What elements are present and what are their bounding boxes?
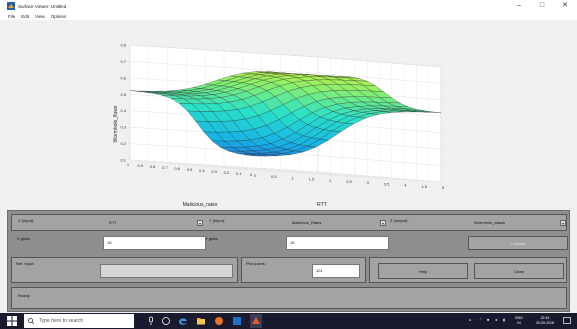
- y-tick-label: 4.5: [421, 184, 427, 189]
- plot-points-group: Plot points: 101: [241, 257, 366, 283]
- z-tick-label: 0.4: [120, 108, 126, 113]
- x-tick-label: 0.7: [162, 165, 168, 170]
- people-icon[interactable]: ●: [469, 318, 471, 323]
- y-input-select[interactable]: Malicious_Rates: [292, 220, 321, 225]
- x-input-label: X (input):: [18, 218, 35, 223]
- windows-taskbar: Type here to search ● ⌃ ■ ► ▮ ENG IN 22:…: [0, 313, 577, 329]
- y-tick-label: 2: [329, 178, 332, 183]
- y-axis-label: RTT: [317, 202, 327, 208]
- maximize-button[interactable]: □: [535, 0, 549, 12]
- close-button[interactable]: Close: [474, 263, 564, 279]
- close-window-button[interactable]: ✕: [558, 0, 572, 12]
- matlab-taskbar-icon[interactable]: [250, 314, 262, 328]
- region-code: IN: [517, 321, 521, 325]
- axes-selector-row: X (input): RTT ▾ Y (input): Malicious_Ra…: [11, 214, 567, 231]
- y-tick-label: 3: [367, 180, 370, 185]
- menu-view[interactable]: View: [35, 14, 45, 19]
- ref-input-group: Ref. Input:: [11, 257, 238, 283]
- z-output-dropdown-icon[interactable]: ▾: [560, 220, 566, 226]
- action-buttons-group: Help Close: [369, 257, 567, 283]
- y-grids-field[interactable]: 15: [286, 236, 389, 250]
- search-icon: [28, 318, 34, 324]
- minimize-button[interactable]: –: [512, 0, 526, 12]
- evaluate-button[interactable]: Evaluate: [468, 236, 568, 250]
- y-tick-label: 2.5: [346, 179, 352, 184]
- surface-viewer-window: Surface Viewer: Untitled – □ ✕ File Edit…: [0, 0, 577, 313]
- ref-input-label: Ref. Input:: [16, 261, 35, 266]
- tray-chevron-icon[interactable]: ⌃: [479, 318, 482, 323]
- y-grids-label: Y grids:: [205, 236, 219, 241]
- surface-plot[interactable]: 0.1 0.2 0.3 0.4 0.5 0.6 0.7 0.8 1 0.9 0.8 0.7 0.6 0.5…: [0, 20, 577, 210]
- z-tick-label: 0.3: [120, 125, 126, 130]
- menu-file[interactable]: File: [8, 14, 15, 19]
- x-tick-label: 0.9: [138, 163, 144, 168]
- z-tick-label: 0.6: [120, 75, 126, 80]
- taskbar-search-box[interactable]: Type here to search: [24, 314, 134, 328]
- status-text: Ready: [18, 293, 30, 298]
- title-bar: Surface Viewer: Untitled – □ ✕: [0, 0, 577, 12]
- y-tick-label: 0: [254, 173, 257, 178]
- x-tick-label: 0.4: [199, 168, 205, 173]
- x-tick-label: 0.3: [211, 169, 217, 174]
- x-tick-label: 0.1: [236, 171, 242, 176]
- z-tick-label: 0.8: [120, 43, 126, 48]
- z-tick-label: 0.2: [120, 141, 126, 146]
- z-tick-label: 0.1: [120, 158, 126, 163]
- x-tick-label: 1: [127, 162, 130, 167]
- microphone-icon[interactable]: [146, 316, 156, 326]
- window-title: Surface Viewer: Untitled: [18, 3, 67, 9]
- surface-plot-area[interactable]: 0.1 0.2 0.3 0.4 0.5 0.6 0.7 0.8 1 0.9 0.8 0.7 0.6 0.5…: [0, 20, 577, 210]
- search-placeholder: Type here to search: [39, 318, 84, 324]
- x-axis-label: Malicious_rates: [183, 202, 218, 208]
- x-grids-field[interactable]: 15: [103, 236, 206, 250]
- y-input-label: Y (input):: [209, 218, 226, 223]
- y-tick-label: 1: [291, 175, 294, 180]
- z-axis-label: Wormhole_flows: [113, 105, 119, 142]
- x-input-dropdown-icon[interactable]: ▾: [197, 220, 203, 226]
- file-explorer-icon[interactable]: [196, 316, 206, 326]
- x-input-select[interactable]: RTT: [109, 220, 117, 225]
- y-input-dropdown-icon[interactable]: ▾: [380, 220, 386, 226]
- plot-points-field[interactable]: 101: [312, 264, 360, 278]
- task-view-icon[interactable]: [161, 316, 171, 326]
- volume-icon[interactable]: ►: [495, 318, 498, 323]
- notification-icon[interactable]: [563, 317, 571, 325]
- y-tick-label: 5: [442, 185, 445, 190]
- edge-browser-icon[interactable]: [178, 316, 188, 326]
- photos-app-icon[interactable]: [232, 316, 242, 326]
- battery-icon[interactable]: ▮: [503, 318, 505, 323]
- x-grids-label: X grids:: [17, 236, 31, 241]
- menu-edit[interactable]: Edit: [21, 14, 29, 19]
- clock-date: 30-05-2018: [536, 321, 554, 325]
- z-output-label: Z (output):: [390, 218, 409, 223]
- matlab-app-icon: [7, 2, 15, 10]
- y-tick-label: 4: [404, 183, 407, 188]
- z-output-select[interactable]: Wormhole_attack: [474, 220, 505, 225]
- x-tick-label: 0.5: [187, 167, 193, 172]
- y-tick-label: 0.5: [271, 174, 277, 179]
- menu-options[interactable]: Options: [51, 14, 67, 19]
- help-button[interactable]: Help: [378, 263, 468, 279]
- x-tick-label: 0.2: [224, 170, 230, 175]
- menu-bar: File Edit View Options: [0, 12, 577, 20]
- x-tick-label: 0.6: [174, 166, 180, 171]
- store-icon[interactable]: [214, 316, 224, 326]
- z-tick-label: 0.7: [120, 59, 126, 64]
- control-panel: X (input): RTT ▾ Y (input): Malicious_Ra…: [7, 210, 570, 312]
- network-icon[interactable]: ■: [487, 318, 489, 323]
- ref-input-field[interactable]: [100, 264, 233, 278]
- plot-points-label: Plot points:: [246, 261, 266, 266]
- x-tick-label: 0: [250, 172, 253, 177]
- z-tick-label: 0.5: [120, 92, 126, 97]
- status-bar: Ready: [11, 287, 567, 309]
- language-indicator[interactable]: ENG IN: [512, 316, 526, 326]
- y-tick-label: 3.5: [384, 181, 390, 186]
- y-tick-label: 1.5: [309, 177, 315, 182]
- windows-start-icon[interactable]: [7, 316, 17, 326]
- x-tick-label: 0.8: [150, 164, 156, 169]
- clock[interactable]: 22:43 30-05-2018: [530, 316, 560, 326]
